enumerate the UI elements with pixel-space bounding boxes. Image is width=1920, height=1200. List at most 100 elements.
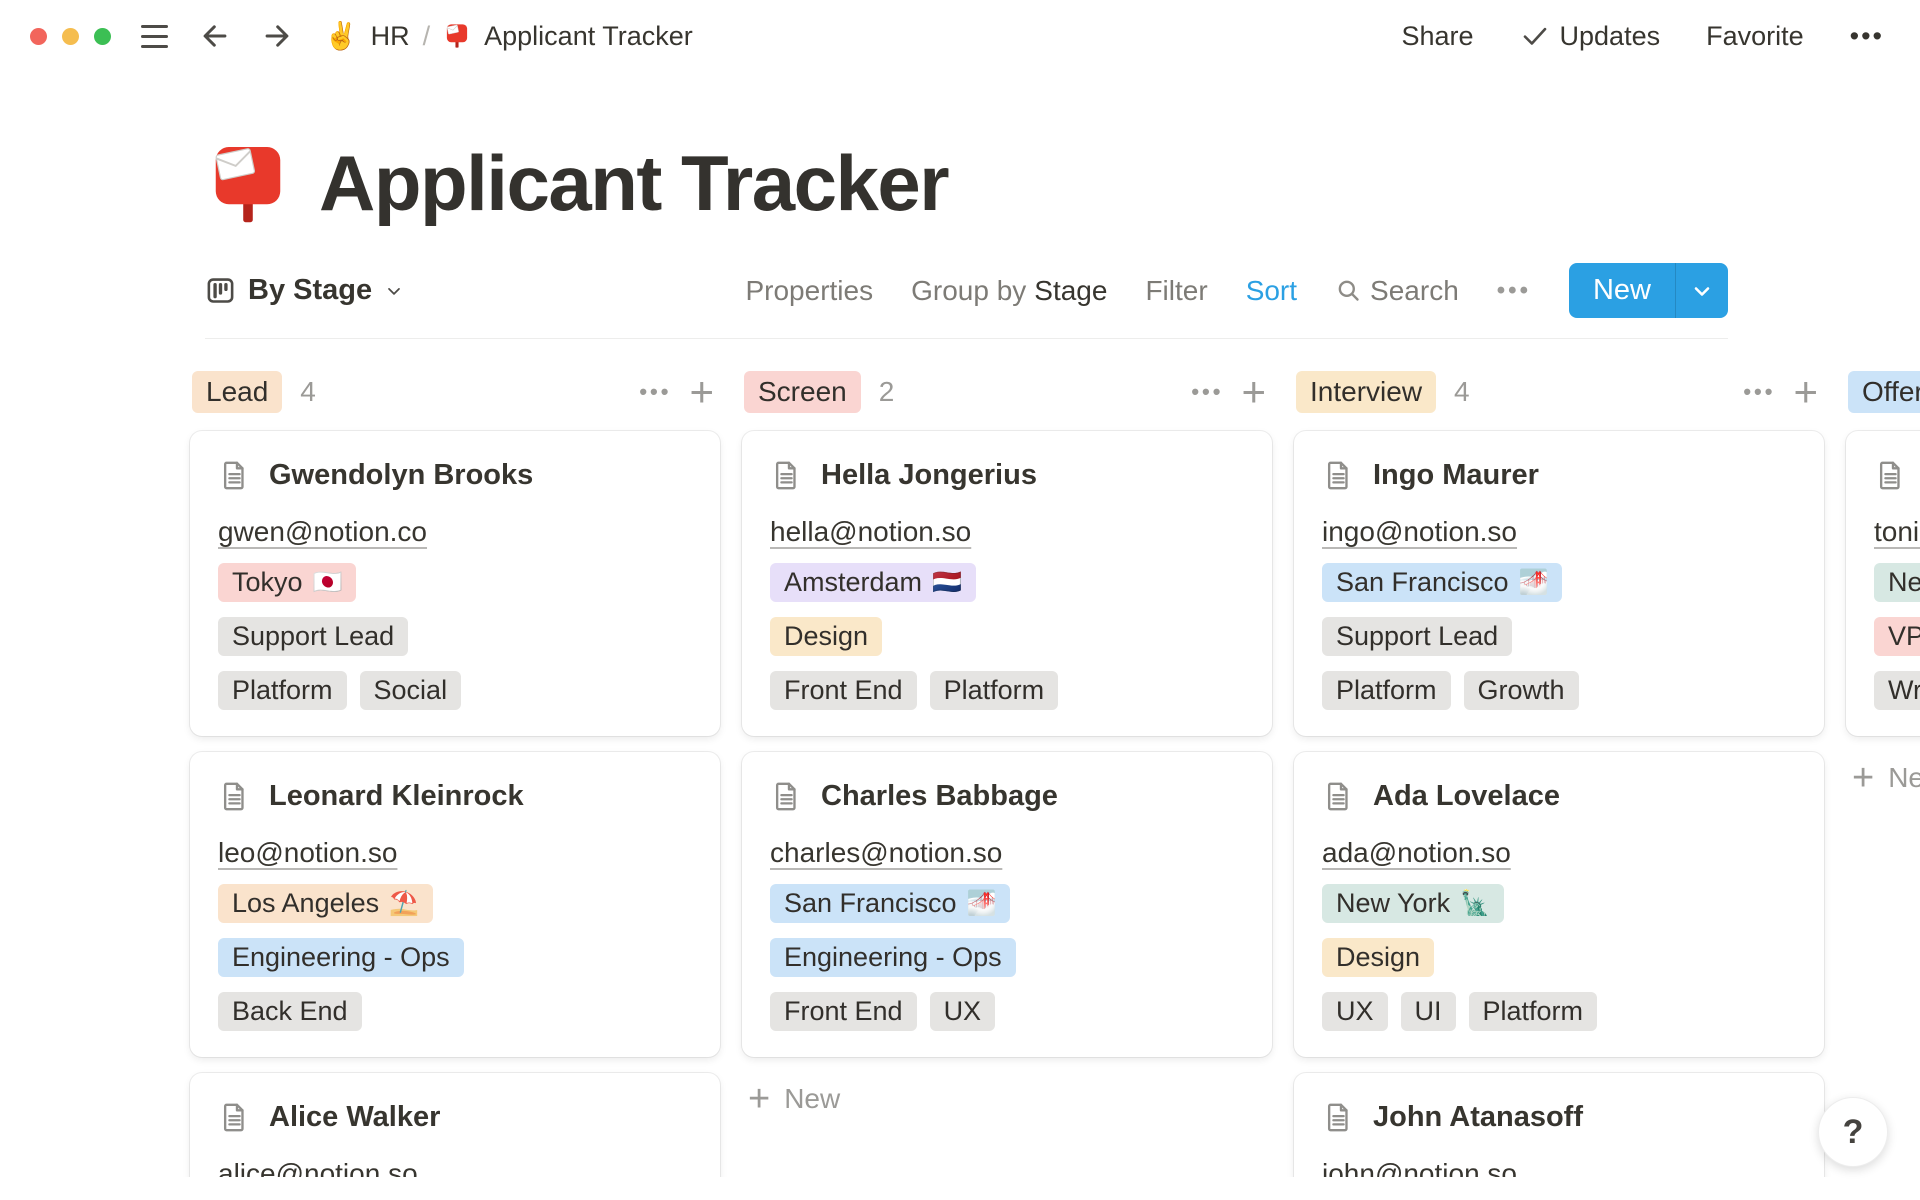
applicant-card[interactable]: Alice Walkeralice@notion.soLos Angeles⛱️ [190,1073,720,1177]
card-name: Charles Babbage [821,780,1058,813]
close-window-button[interactable] [30,28,47,45]
filter-button[interactable]: Filter [1145,275,1207,307]
column-title-pill[interactable]: Lead [192,371,282,413]
column-header-screen: Screen 2 ••• + [742,371,1272,413]
more-actions-button[interactable]: ••• [1850,21,1884,52]
applicant-card[interactable]: Ingo Maureringo@notion.soSan Francisco🌁S… [1294,431,1824,736]
updates-button[interactable]: Updates [1520,21,1661,52]
group-by-prefix: Group by [911,275,1026,307]
column-more-button[interactable]: ••• [639,379,671,405]
column-new-card-button[interactable]: + New [1852,762,1920,794]
arrow-right-icon [260,19,294,53]
column-screen: Screen 2 ••• + Hella Jongeriushella@notion.s… [742,371,1272,1177]
tag: San Francisco🌁 [770,884,1010,923]
tag: Front End [770,992,917,1031]
group-by-button[interactable]: Group by Stage [911,275,1107,307]
applicant-card[interactable]: Charles Babbage charles@notion.so San Fran… [742,752,1272,1057]
applicant-card[interactable]: Hella Jongeriushella@notion.soAmsterdam🇳… [742,431,1272,736]
new-button[interactable]: New [1569,263,1728,318]
page-mailbox-icon [205,141,291,227]
forward-button[interactable] [260,19,294,53]
tag: Design [770,617,882,656]
card-name: Alice Walker [269,1101,440,1134]
card-email-link[interactable]: alice@notion.so [218,1158,418,1177]
column-count: 4 [300,376,316,408]
column-add-button[interactable]: + [689,377,714,407]
breadcrumb-page[interactable]: Applicant Tracker [484,21,693,52]
tag: Design [1322,938,1434,977]
applicant-card[interactable]: Ttoni@NewVPWrit [1846,431,1920,736]
document-icon [218,1101,251,1134]
column-new-card-button[interactable]: +New [748,1083,840,1115]
tag: UX [930,992,996,1031]
zoom-window-button[interactable] [94,28,111,45]
applicant-card[interactable]: Ada Lovelaceada@notion.soNew York🗽Design… [1294,752,1824,1057]
document-icon [770,459,803,492]
card-email-link[interactable]: charles@notion.so [770,837,1002,869]
applicant-card[interactable]: Gwendolyn Brooksgwen@notion.coTokyo🇯🇵Sup… [190,431,720,736]
view-switcher[interactable]: By Stage [205,274,404,307]
column-title-pill[interactable]: Interview [1296,371,1436,413]
back-button[interactable] [198,19,232,53]
column-header-offer: Offer•••+ [1846,371,1920,413]
workspace-emoji-icon: ✌️ [324,20,358,52]
card-email-link[interactable]: ingo@notion.so [1322,516,1517,548]
column-title-pill[interactable]: Offer [1848,371,1920,413]
favorite-button[interactable]: Favorite [1706,21,1804,52]
tag: Writ [1874,671,1920,710]
help-button[interactable]: ? [1818,1097,1888,1167]
column-count: 4 [1454,376,1470,408]
tag-emoji: 🇯🇵 [313,568,343,597]
search-label: Search [1370,275,1459,307]
check-icon [1520,21,1550,51]
view-options-button[interactable]: ••• [1497,277,1531,305]
chevron-down-icon [384,281,404,301]
document-icon [1874,459,1907,492]
column-count: 2 [879,376,895,408]
document-icon [1322,1101,1355,1134]
applicant-card[interactable]: Leonard Kleinrockleo@notion.soLos Angele… [190,752,720,1057]
document-icon [770,780,803,813]
card-email-link[interactable]: john@notion.so [1322,1158,1517,1177]
column-more-button[interactable]: ••• [1191,379,1223,405]
column-add-button[interactable]: + [1793,377,1818,407]
sort-button[interactable]: Sort [1246,275,1297,307]
breadcrumb-workspace[interactable]: HR [371,21,410,52]
plus-icon: + [748,1085,770,1113]
tag: Back End [218,992,362,1031]
card-email-link[interactable]: hella@notion.so [770,516,971,548]
page-title[interactable]: Applicant Tracker [319,138,948,229]
card-name: Ingo Maurer [1373,459,1539,492]
tag: VP [1874,617,1920,656]
column-title-pill[interactable]: Screen [744,371,861,413]
card-email-link[interactable]: gwen@notion.co [218,516,427,548]
new-dropdown-button[interactable] [1675,263,1728,318]
document-icon [218,780,251,813]
column-header-interview: Interview 4 ••• + [1294,371,1824,413]
plus-icon: + [1852,764,1874,792]
tag: Platform [1469,992,1598,1031]
share-button[interactable]: Share [1401,21,1473,52]
card-name: Ada Lovelace [1373,780,1560,813]
card-email-link[interactable]: toni@ [1874,516,1920,548]
new-card-label: New [1888,762,1920,794]
view-switcher-label: By Stage [248,274,372,307]
card-email-link[interactable]: ada@notion.so [1322,837,1511,869]
properties-button[interactable]: Properties [745,275,873,307]
minimize-window-button[interactable] [62,28,79,45]
tag: Platform [1322,671,1451,710]
tag-emoji: 🗽 [1460,889,1490,918]
card-email-link[interactable]: leo@notion.so [218,837,397,869]
sidebar-toggle-button[interactable] [141,25,168,48]
applicant-card[interactable]: John Atanasoffjohn@notion.soTokyo🇯🇵 [1294,1073,1824,1177]
tag: San Francisco🌁 [1322,563,1562,602]
document-icon [1322,459,1355,492]
group-by-value: Stage [1034,275,1107,307]
tag: Tokyo🇯🇵 [218,563,356,602]
column-add-button[interactable]: + [1241,377,1266,407]
column-more-button[interactable]: ••• [1743,379,1775,405]
board-view-icon [205,275,236,306]
search-button[interactable]: Search [1335,275,1459,307]
document-icon [218,459,251,492]
tag: Engineering - Ops [218,938,464,977]
